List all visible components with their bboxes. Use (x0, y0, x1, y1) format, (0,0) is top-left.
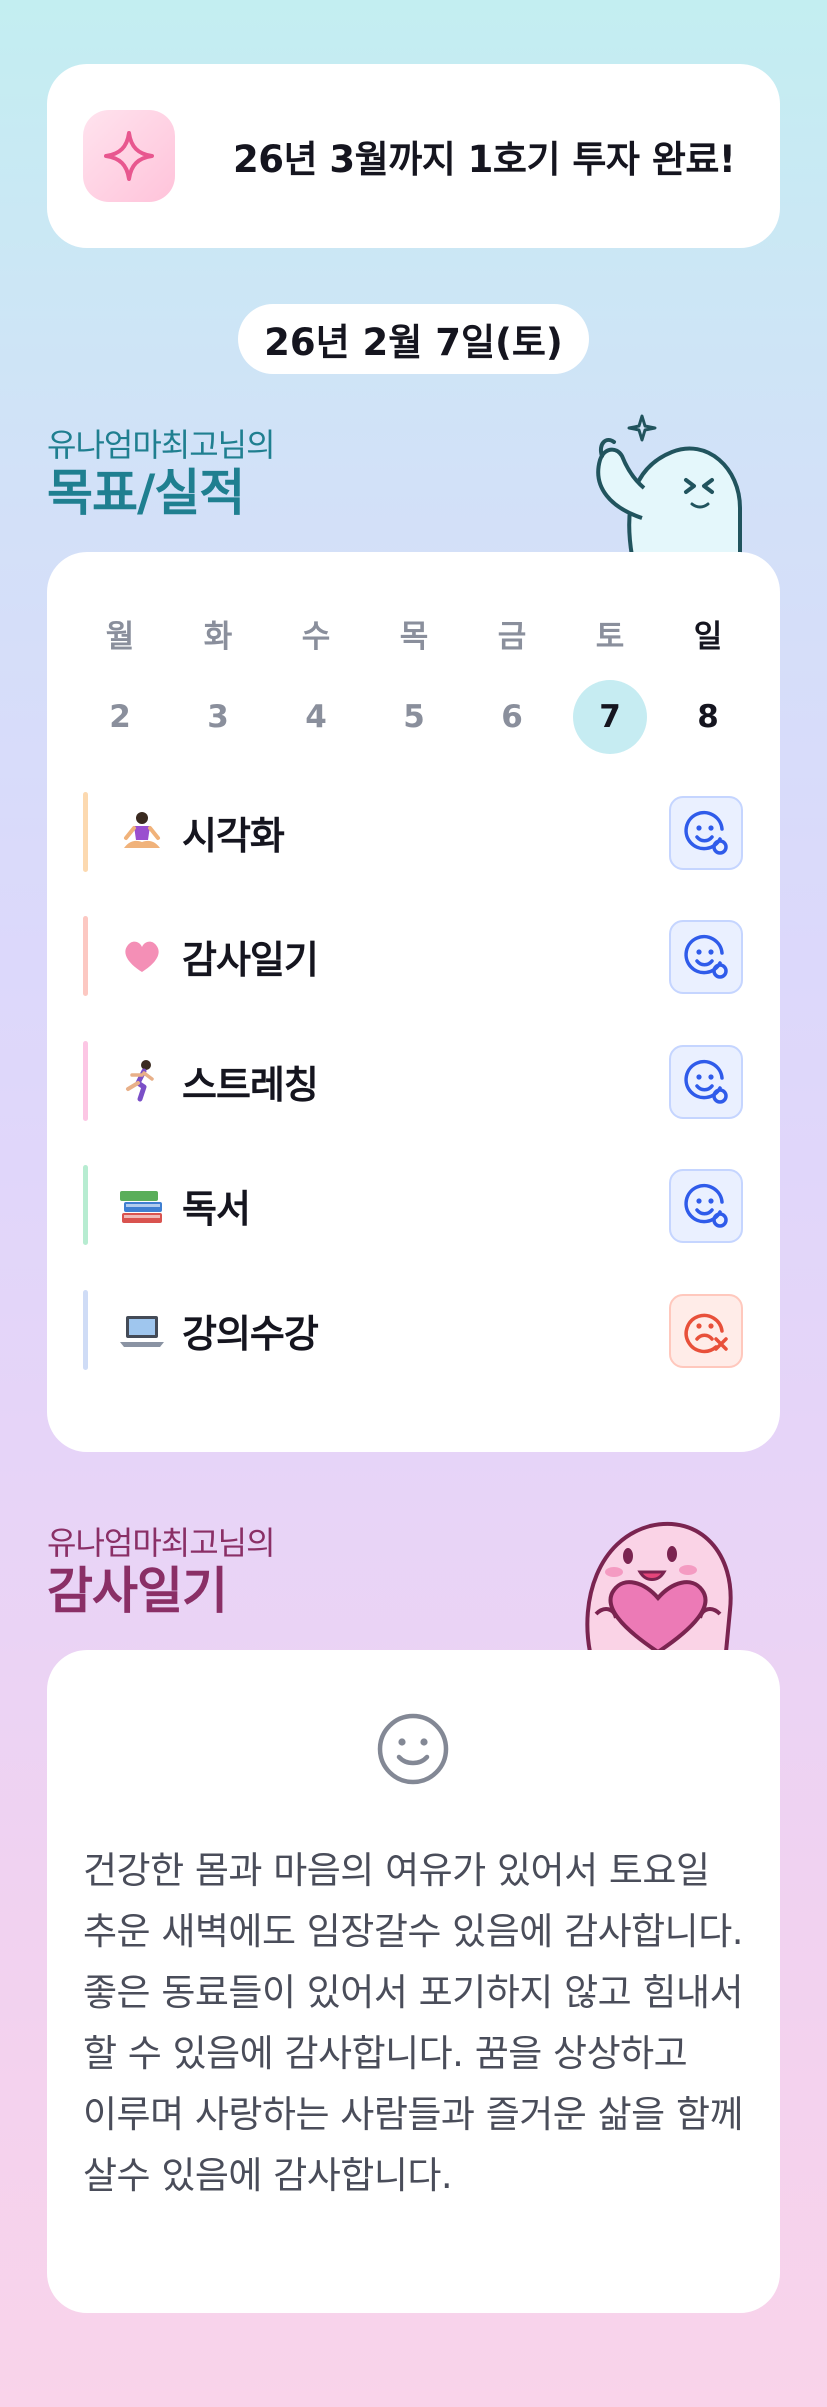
day-name: 토 (595, 619, 625, 655)
status-missed-button[interactable] (669, 1294, 743, 1368)
sad-face-x-icon (684, 1313, 728, 1354)
smile-icon (377, 1713, 449, 1785)
day-tue[interactable]: 화3 (169, 612, 267, 754)
habit-row[interactable]: 강의수강 (83, 1290, 743, 1370)
habit-color-bar (83, 1041, 88, 1121)
habit-row[interactable]: 시각화 (83, 792, 743, 872)
habit-label: 독서 (182, 1186, 251, 1231)
habit-card: 월2 화3 수4 목5 금6 토7 일8 시각화 감사일기 스트레칭 독서 강의… (47, 552, 780, 1452)
habit-label: 감사일기 (182, 937, 319, 982)
day-number: 8 (697, 699, 719, 735)
books-icon (118, 1181, 166, 1229)
laptop-icon (118, 1306, 166, 1354)
habit-label: 강의수강 (182, 1311, 319, 1356)
day-sat[interactable]: 토7 (561, 612, 659, 754)
status-done-button[interactable] (669, 796, 743, 870)
day-number-selected: 7 (573, 680, 647, 754)
day-name: 월 (105, 619, 135, 655)
habit-row[interactable]: 스트레칭 (83, 1041, 743, 1121)
habit-row[interactable]: 감사일기 (83, 916, 743, 996)
day-number: 4 (305, 699, 327, 735)
day-number: 5 (403, 699, 425, 735)
day-number: 6 (501, 699, 523, 735)
sparkle-icon (83, 110, 175, 202)
day-name: 금 (497, 619, 527, 655)
habit-row[interactable]: 독서 (83, 1165, 743, 1245)
habits-section-header: 유나엄마최고님의 목표/실적 (47, 420, 276, 522)
habit-label: 스트레칭 (182, 1062, 319, 1107)
goal-text: 26년 3월까지 1호기 투자 완료! (233, 138, 736, 181)
habit-color-bar (83, 916, 88, 996)
happy-face-check-icon (684, 934, 728, 979)
happy-face-check-icon (684, 810, 728, 855)
diary-section-title: 감사일기 (47, 1562, 228, 1620)
habits-section-subtitle: 유나엄마최고님의 (47, 426, 276, 464)
diary-section-subtitle: 유나엄마최고님의 (47, 1524, 276, 1562)
day-mon[interactable]: 월2 (71, 612, 169, 754)
pink-heart-icon (118, 932, 166, 980)
day-name: 목 (399, 619, 429, 655)
week-strip: 월2 화3 수4 목5 금6 토7 일8 (47, 612, 780, 754)
diary-text: 건강한 몸과 마음의 여유가 있어서 토요일 추운 새벽에도 임장갈수 있음에 … (83, 1849, 744, 2197)
habit-color-bar (83, 1290, 88, 1370)
habit-color-bar (83, 792, 88, 872)
day-number: 3 (207, 699, 229, 735)
diary-section-header: 유나엄마최고님의 감사일기 (47, 1518, 276, 1620)
day-name: 수 (301, 619, 331, 655)
day-thu[interactable]: 목5 (365, 612, 463, 754)
day-fri[interactable]: 금6 (463, 612, 561, 754)
date-label[interactable]: 26년 2월 7일(토) (238, 304, 589, 374)
habit-color-bar (83, 1165, 88, 1245)
status-done-button[interactable] (669, 1169, 743, 1243)
meditation-icon (118, 808, 166, 856)
diary-card: 건강한 몸과 마음의 여유가 있어서 토요일 추운 새벽에도 임장갈수 있음에 … (47, 1650, 780, 2313)
status-done-button[interactable] (669, 920, 743, 994)
status-done-button[interactable] (669, 1045, 743, 1119)
habits-section-title: 목표/실적 (47, 464, 245, 522)
day-sun[interactable]: 일8 (659, 612, 757, 754)
day-wed[interactable]: 수4 (267, 612, 365, 754)
day-name: 일 (693, 619, 723, 655)
goal-card: 26년 3월까지 1호기 투자 완료! (47, 64, 780, 248)
happy-face-check-icon (684, 1059, 728, 1104)
mascot-waving-illustration (596, 414, 742, 556)
day-name: 화 (203, 619, 233, 655)
habit-label: 시각화 (182, 813, 285, 858)
happy-face-check-icon (684, 1183, 728, 1228)
running-icon (118, 1057, 166, 1105)
day-number: 2 (109, 699, 131, 735)
mascot-heart-illustration (585, 1522, 733, 1652)
